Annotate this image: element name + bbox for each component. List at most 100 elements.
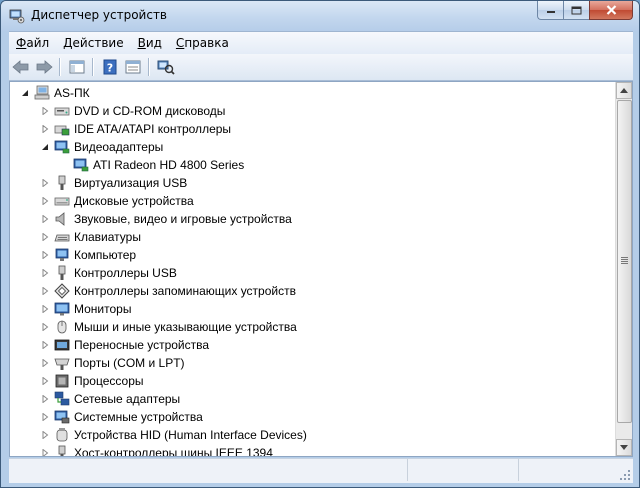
expand-arrow-icon[interactable] (40, 323, 49, 332)
expand-arrow-icon[interactable] (40, 107, 49, 116)
show-hide-console-tree-button[interactable] (66, 56, 88, 78)
help-button[interactable]: ? (99, 56, 121, 78)
expand-arrow-icon[interactable] (40, 431, 49, 440)
tree-item-ports[interactable]: Порты (COM и LPT) (40, 354, 185, 372)
status-bar (9, 458, 633, 483)
expand-arrow-icon[interactable] (40, 269, 49, 278)
tree-item-keyboards[interactable]: Клавиатуры (40, 228, 141, 246)
show-hide-console-tree-icon (69, 60, 85, 74)
collapse-arrow-icon[interactable] (40, 143, 49, 152)
expand-arrow-icon[interactable] (40, 251, 49, 260)
properties-button[interactable] (122, 56, 144, 78)
expand-arrow-icon[interactable] (40, 287, 49, 296)
device-manager-window: Диспетчер устройств Файл Действие Вид Сп… (0, 0, 640, 488)
forward-button[interactable] (33, 56, 55, 78)
tree-item-disk-drives[interactable]: Дисковые устройства (40, 192, 194, 210)
tree-item-label: Устройства HID (Human Interface Devices) (74, 428, 307, 442)
mouse-icon (57, 320, 67, 334)
tree-item-hid[interactable]: Устройства HID (Human Interface Devices) (40, 426, 307, 444)
tree-item-sound[interactable]: Звуковые, видео и игровые устройства (40, 210, 292, 228)
tree-item-storage-controllers[interactable]: Контроллеры запоминающих устройств (40, 282, 296, 300)
maximize-icon (571, 6, 582, 14)
tree-item-label: Мыши и иные указывающие устройства (74, 320, 297, 334)
close-button[interactable] (589, 1, 633, 20)
back-button[interactable] (10, 56, 32, 78)
menu-help[interactable]: Справка (169, 33, 236, 53)
tree-item-system-devices[interactable]: Системные устройства (40, 408, 203, 426)
tree-item-network-adapters[interactable]: Сетевые адаптеры (40, 390, 180, 408)
tree-item-usb-controllers[interactable]: Контроллеры USB (40, 264, 177, 282)
tree-item-label: Порты (COM и LPT) (74, 356, 185, 370)
expand-arrow-icon[interactable] (40, 179, 49, 188)
device-manager-icon (9, 9, 25, 24)
menu-file[interactable]: Файл (9, 33, 56, 53)
processor-icon (55, 374, 69, 388)
window-title: Диспетчер устройств (31, 8, 168, 22)
expand-arrow-icon[interactable] (40, 395, 49, 404)
tree-item-processors[interactable]: Процессоры (40, 372, 144, 390)
disk-drive-icon (54, 197, 70, 206)
tree-item-ieee1394[interactable]: Хост-контроллеры шины IEEE 1394 (40, 444, 273, 456)
tree-item-label: ATI Radeon HD 4800 Series (93, 158, 245, 172)
svg-text:?: ? (107, 62, 113, 75)
status-pane-3 (519, 459, 619, 481)
expand-arrow-icon[interactable] (40, 233, 49, 242)
expand-arrow-icon[interactable] (40, 197, 49, 206)
tree-item-usb-virtualization[interactable]: Виртуализация USB (40, 174, 187, 192)
tree-item-label: Контроллеры USB (74, 266, 177, 280)
device-tree[interactable]: AS-ПК DVD и CD-ROM дисководы IDE ATA/ATA… (9, 81, 633, 457)
collapse-arrow-icon[interactable] (20, 89, 29, 98)
tree-item-ide[interactable]: IDE ATA/ATAPI контроллеры (40, 120, 231, 138)
menu-view-label: ид (145, 36, 162, 50)
chevron-up-icon (620, 88, 628, 93)
scroll-thumb[interactable] (617, 100, 632, 423)
title-bar[interactable]: Диспетчер устройств (1, 1, 639, 31)
monitor-icon (54, 302, 70, 316)
help-icon: ? (103, 59, 117, 75)
status-pane-main (9, 459, 408, 481)
expand-arrow-icon[interactable] (40, 125, 49, 134)
speaker-icon (55, 212, 65, 226)
tree-item-monitors[interactable]: Мониторы (40, 300, 131, 318)
network-adapter-icon (54, 391, 70, 406)
tree-root[interactable]: AS-ПК (20, 84, 90, 102)
resize-grip-icon[interactable] (619, 469, 631, 481)
toolbar: ? (9, 54, 633, 81)
tree-item-label: Дисковые устройства (74, 194, 194, 208)
expand-arrow-icon[interactable] (40, 215, 49, 224)
chevron-down-icon (620, 445, 628, 450)
menu-help-label: правка (184, 36, 229, 50)
expand-arrow-icon[interactable] (40, 413, 49, 422)
ieee1394-icon (58, 445, 66, 456)
expand-arrow-icon[interactable] (40, 305, 49, 314)
expand-arrow-icon[interactable] (40, 449, 49, 456)
maximize-button[interactable] (563, 1, 589, 20)
display-adapter-icon (54, 140, 70, 154)
tree-item-label: Контроллеры запоминающих устройств (74, 284, 296, 298)
menu-action[interactable]: Действие (56, 33, 130, 53)
expand-arrow-icon[interactable] (40, 359, 49, 368)
tree-item-dvd[interactable]: DVD и CD-ROM дисководы (40, 102, 225, 120)
expand-arrow-icon[interactable] (40, 377, 49, 386)
tree-item-ati-radeon[interactable]: ATI Radeon HD 4800 Series (73, 156, 244, 174)
tree-item-mice[interactable]: Мыши и иные указывающие устройства (40, 318, 297, 336)
scan-hardware-button[interactable] (155, 56, 177, 78)
menu-view[interactable]: Вид (131, 33, 169, 53)
menu-bar: Файл Действие Вид Справка (9, 31, 633, 54)
tree-item-portable-devices[interactable]: Переносные устройства (40, 336, 209, 354)
usb-icon (58, 175, 66, 190)
scroll-down-button[interactable] (616, 439, 632, 456)
ide-controller-icon (54, 125, 70, 136)
vertical-scrollbar[interactable] (615, 82, 632, 456)
tree-item-computer[interactable]: Компьютер (40, 246, 136, 264)
minimize-button[interactable] (537, 1, 563, 20)
scroll-up-button[interactable] (616, 82, 632, 99)
tree-item-label: Звуковые, видео и игровые устройства (74, 212, 292, 226)
close-icon (606, 5, 616, 15)
device-tree-content: AS-ПК DVD и CD-ROM дисководы IDE ATA/ATA… (10, 82, 614, 456)
tree-item-display-adapters[interactable]: Видеоадаптеры (40, 138, 163, 156)
display-adapter-icon (73, 158, 89, 172)
tree-item-label: Компьютер (74, 248, 137, 262)
expand-arrow-icon[interactable] (40, 341, 49, 350)
toolbar-separator (92, 58, 94, 76)
